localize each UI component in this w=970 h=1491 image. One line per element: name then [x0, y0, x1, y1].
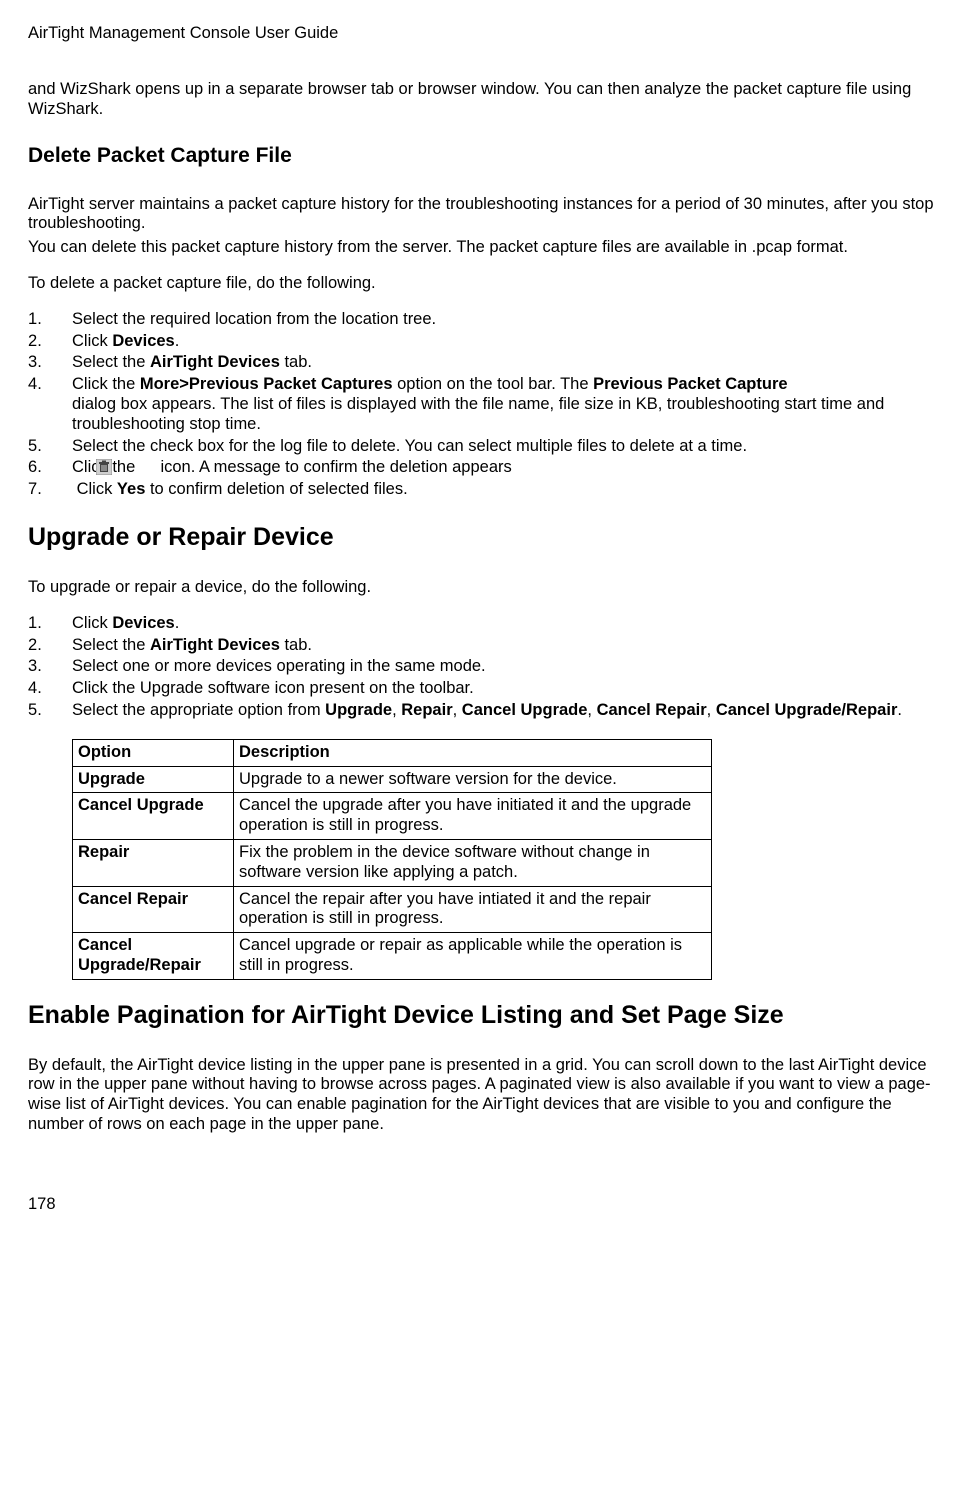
delete-step-3: Select the AirTight Devices tab. — [28, 353, 942, 373]
delete-p1: AirTight server maintains a packet captu… — [28, 195, 942, 235]
delete-step-7: Click Yes to confirm deletion of selecte… — [28, 480, 942, 500]
pagination-p1: By default, the AirTight device listing … — [28, 1056, 942, 1135]
delete-p3: To delete a packet capture file, do the … — [28, 274, 942, 294]
col-option: Option — [73, 739, 234, 766]
delete-step-1: Select the required location from the lo… — [28, 310, 942, 330]
table-row: Cancel Upgrade Cancel the upgrade after … — [73, 793, 712, 840]
delete-step-2: Click Devices. — [28, 332, 942, 352]
col-description: Description — [234, 739, 712, 766]
delete-heading: Delete Packet Capture File — [28, 143, 942, 168]
pagination-heading: Enable Pagination for AirTight Device Li… — [28, 1000, 942, 1030]
upgrade-heading: Upgrade or Repair Device — [28, 522, 942, 552]
upgrade-step-3: Select one or more devices operating in … — [28, 657, 942, 677]
table-header-row: Option Description — [73, 739, 712, 766]
delete-step-5: Select the check box for the log file to… — [28, 437, 942, 457]
table-row: Upgrade Upgrade to a newer software vers… — [73, 766, 712, 793]
upgrade-step-5: Select the appropriate option from Upgra… — [28, 701, 942, 721]
intro-paragraph: and WizShark opens up in a separate brow… — [28, 80, 942, 120]
delete-step-4: Click the More>Previous Packet Captures … — [28, 375, 942, 434]
upgrade-step-1: Click Devices. — [28, 614, 942, 634]
table-row: Cancel Upgrade/Repair Cancel upgrade or … — [73, 933, 712, 980]
table-row: Cancel Repair Cancel the repair after yo… — [73, 886, 712, 933]
delete-step-6: Click the icon. A message to confirm the… — [28, 458, 942, 478]
page-number: 178 — [28, 1195, 942, 1215]
delete-p2: You can delete this packet capture histo… — [28, 238, 942, 258]
document-header: AirTight Management Console User Guide — [28, 24, 942, 44]
trash-icon — [140, 459, 156, 475]
upgrade-step-2: Select the AirTight Devices tab. — [28, 636, 942, 656]
upgrade-steps: Click Devices. Select the AirTight Devic… — [28, 614, 942, 721]
table-row: Repair Fix the problem in the device sof… — [73, 839, 712, 886]
delete-steps: Select the required location from the lo… — [28, 310, 942, 500]
upgrade-step-4: Click the Upgrade software icon present … — [28, 679, 942, 699]
options-table: Option Description Upgrade Upgrade to a … — [72, 739, 712, 980]
upgrade-p1: To upgrade or repair a device, do the fo… — [28, 578, 942, 598]
